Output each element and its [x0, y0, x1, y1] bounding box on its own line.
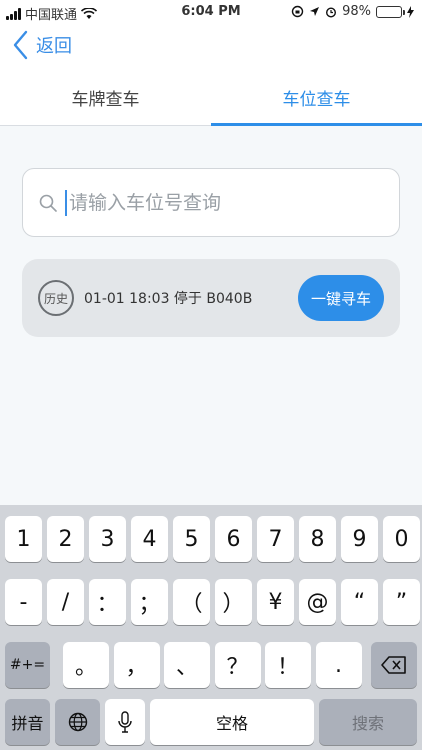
nav-bar: 返回 — [0, 24, 422, 70]
keyboard-key[interactable]: ； — [131, 579, 168, 625]
search-box[interactable] — [22, 168, 400, 237]
backspace-icon — [381, 656, 406, 674]
keyboard-key[interactable]: ） — [215, 579, 252, 625]
history-text: 01-01 18:03 停于 B040B — [84, 291, 253, 307]
keyboard-key[interactable]: 4 — [131, 516, 168, 562]
key-space[interactable]: 空格 — [150, 699, 314, 745]
text-cursor — [65, 189, 67, 216]
status-right: 98% — [291, 4, 414, 19]
microphone-icon — [118, 711, 132, 733]
keyboard-key[interactable]: “ — [341, 579, 378, 625]
keyboard-key[interactable]: （ — [173, 579, 210, 625]
keyboard-key[interactable]: - — [5, 579, 42, 625]
battery-percent: 98% — [342, 4, 371, 19]
key-globe[interactable] — [55, 699, 100, 745]
find-car-button[interactable]: 一键寻车 — [298, 275, 384, 321]
history-record: 历史 01-01 18:03 停于 B040B 一键寻车 — [22, 259, 400, 337]
charging-bolt-icon — [407, 5, 414, 18]
keyboard-key[interactable]: 6 — [215, 516, 252, 562]
back-button[interactable]: 返回 — [12, 30, 72, 60]
status-bar: 中国联通 6:04 PM 98% — [0, 0, 422, 24]
keyboard-key[interactable]: ： — [89, 579, 126, 625]
key-search[interactable]: 搜索 — [319, 699, 417, 745]
keyboard-key[interactable]: @ — [299, 579, 336, 625]
keyboard-key[interactable]: 9 — [341, 516, 378, 562]
rotation-lock-icon — [291, 5, 304, 18]
keyboard: #+= 拼音 空格 搜索 1 2 3 4 5 6 7 8 9 0 - /：；（） ¥ @ “” 。，、？！. — [0, 505, 422, 750]
keyboard-key[interactable]: 3 — [89, 516, 126, 562]
key-symbols-toggle[interactable]: #+= — [5, 642, 50, 688]
keyboard-key[interactable]: 。 — [63, 642, 109, 688]
keyboard-key[interactable]: . — [315, 642, 362, 688]
keyboard-key[interactable]: 7 — [257, 516, 294, 562]
globe-icon — [68, 712, 87, 732]
tab-plate-search[interactable]: 车牌查车 — [0, 70, 211, 125]
tab-space-search[interactable]: 车位查车 — [211, 70, 422, 126]
back-label: 返回 — [36, 36, 72, 57]
keyboard-key[interactable]: 2 — [47, 516, 84, 562]
location-icon — [310, 7, 320, 16]
keyboard-key[interactable]: ， — [113, 642, 160, 688]
key-microphone[interactable] — [105, 699, 145, 745]
tab-bar: 车牌查车 车位查车 — [0, 70, 422, 126]
keyboard-key[interactable]: ！ — [265, 642, 311, 688]
history-badge: 历史 — [38, 280, 74, 316]
tab-plate-search-label: 车牌查车 — [71, 90, 140, 110]
key-pinyin[interactable]: 拼音 — [5, 699, 50, 745]
battery-icon — [376, 5, 405, 18]
keyboard-key[interactable]: 、 — [164, 642, 210, 688]
keyboard-key[interactable]: 5 — [173, 516, 210, 562]
keyboard-key[interactable]: ¥ — [257, 579, 294, 625]
tab-space-search-label: 车位查车 — [282, 90, 351, 110]
alarm-icon — [326, 6, 337, 18]
keyboard-key[interactable]: ” — [383, 579, 420, 625]
keyboard-key[interactable]: 1 — [5, 516, 42, 562]
keyboard-key[interactable]: ？ — [214, 642, 261, 688]
keyboard-key[interactable]: / — [47, 579, 84, 625]
keyboard-key[interactable]: 8 — [299, 516, 336, 562]
search-icon — [39, 194, 57, 212]
key-delete[interactable] — [371, 642, 417, 688]
parking-space-input[interactable] — [69, 191, 369, 214]
keyboard-key[interactable]: 0 — [383, 516, 420, 562]
chevron-left-icon — [13, 30, 28, 60]
